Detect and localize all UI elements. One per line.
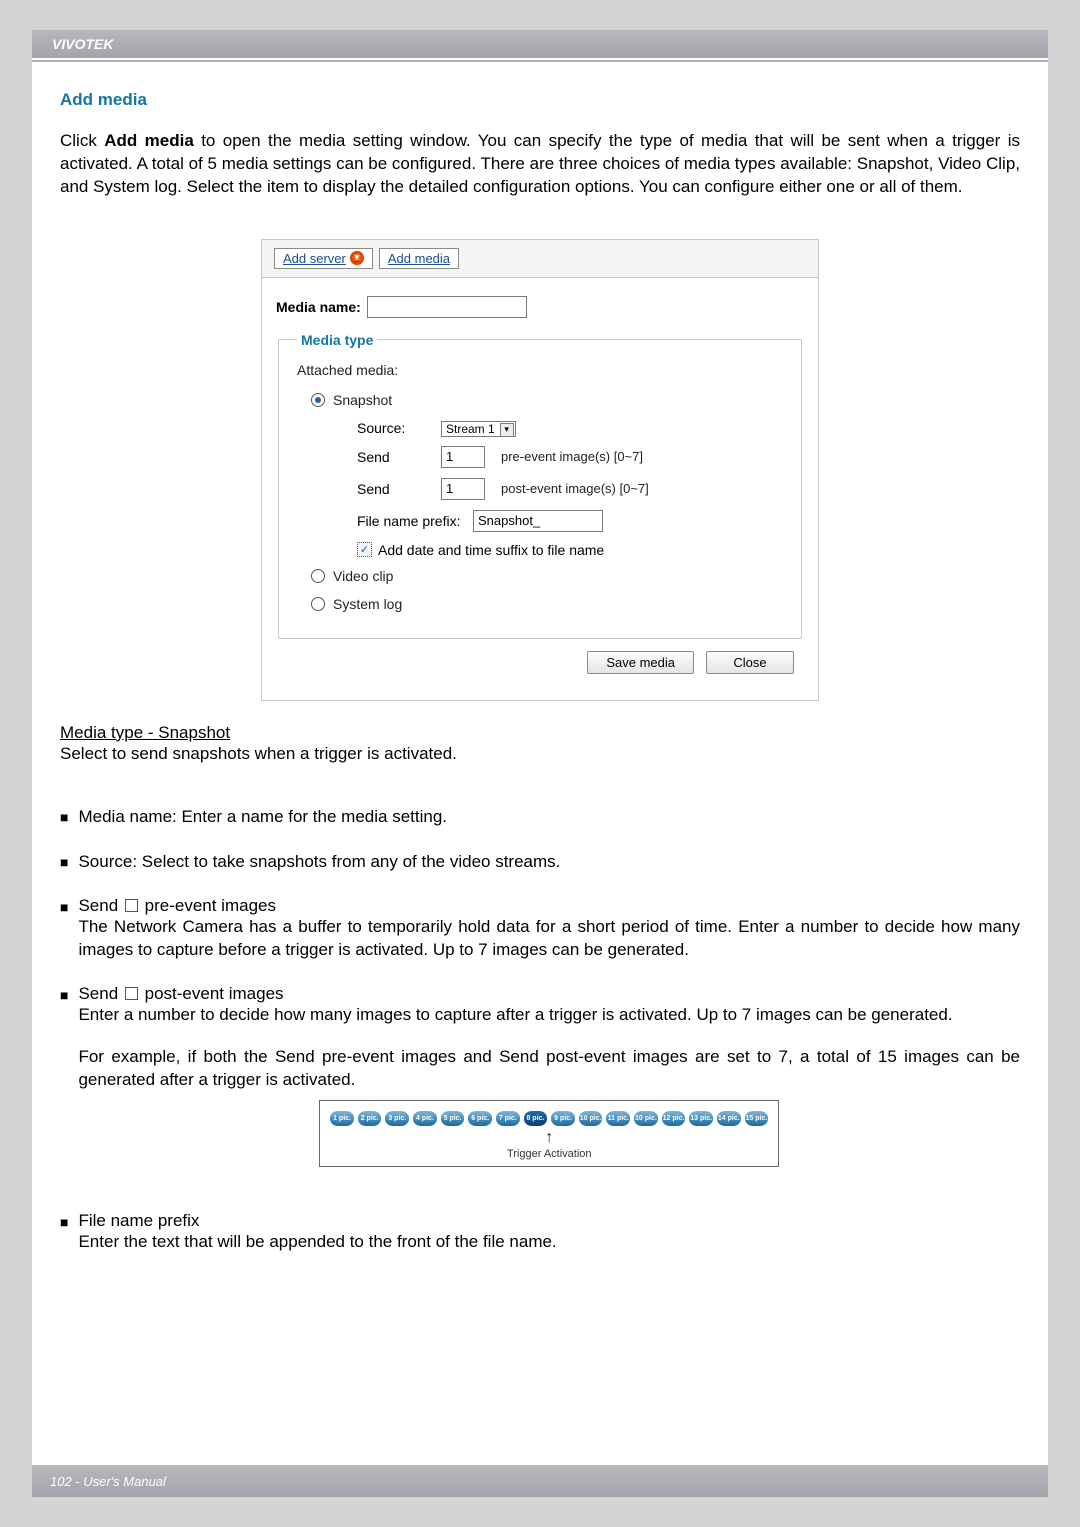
footer-text: 102 - User's Manual [50, 1474, 166, 1489]
bullet-marker: ■ [60, 987, 68, 1190]
add-server-label: Add server [283, 251, 346, 266]
footer-bar: 102 - User's Manual [32, 1465, 1048, 1497]
bullet-post-tail: post-event images [145, 984, 284, 1003]
timeline-caption: Trigger Activation [330, 1148, 768, 1160]
intro-suffix: to open the media setting window. You ca… [60, 131, 1020, 196]
bullet-marker: ■ [60, 899, 68, 962]
timeline-pic: 6 pic. [468, 1111, 492, 1126]
subtitle: Media type - Snapshot [60, 723, 1020, 743]
timeline-pic: 3 pic. [385, 1111, 409, 1126]
systemlog-label: System log [333, 596, 402, 612]
dropdown-arrow-icon: ▾ [500, 423, 514, 437]
bullet-post-body2: For example, if both the Send pre-event … [78, 1046, 1020, 1092]
add-media-tab[interactable]: Add media [379, 248, 459, 269]
timeline-pic: 10 pic. [579, 1111, 603, 1126]
timeline-pic: 13 pic. [689, 1111, 713, 1126]
bullet-post-lead: Send [78, 984, 122, 1003]
timeline-pic: 5 pic. [441, 1111, 465, 1126]
timeline-pic: 14 pic. [717, 1111, 741, 1126]
filename-prefix-label: File name prefix: [357, 513, 467, 529]
timeline-diagram: 1 pic. 2 pic.3 pic. 4 pic. 5 pic.6 pic. 7 pi… [319, 1100, 779, 1167]
blank-box-icon [125, 987, 138, 1000]
timeline-pic: 12 pic. [662, 1111, 686, 1126]
dialog-footer: Save media Close [276, 639, 804, 686]
radio-unselected-icon [311, 597, 325, 611]
media-dialog: Add server ▾ Add media Media name: Media… [261, 239, 819, 701]
bullet-pre-head: Send pre-event images [78, 896, 1020, 916]
intro-prefix: Click [60, 131, 104, 150]
bullet-post-head: Send post-event images [78, 984, 1020, 1004]
radio-unselected-icon [311, 569, 325, 583]
save-media-button[interactable]: Save media [587, 651, 694, 674]
send-pre-label: Send [357, 449, 435, 465]
intro-bold: Add media [104, 131, 194, 150]
close-button[interactable]: Close [706, 651, 794, 674]
pre-event-input[interactable] [441, 446, 485, 468]
videoclip-label: Video clip [333, 568, 393, 584]
post-event-suffix: post-event image(s) [0~7] [501, 481, 649, 496]
media-name-input[interactable] [367, 296, 527, 318]
pre-event-suffix: pre-event image(s) [0~7] [501, 449, 643, 464]
attached-media-label: Attached media: [297, 362, 789, 378]
bullet-source: Source: Select to take snapshots from an… [78, 851, 1020, 874]
timeline-pic: 8 pic. [524, 1111, 548, 1126]
arrow-up-icon: ↑ [330, 1130, 768, 1146]
timeline-pic: 9 pic. [551, 1111, 575, 1126]
subtitle-desc: Select to send snapshots when a trigger … [60, 743, 1020, 766]
add-server-tab[interactable]: Add server ▾ [274, 248, 373, 269]
brand-bar: VIVOTEK [32, 30, 1048, 60]
timeline-pic: 2 pic. [358, 1111, 382, 1126]
filename-prefix-input[interactable] [473, 510, 603, 532]
bullet-marker: ■ [60, 1214, 68, 1254]
snapshot-label: Snapshot [333, 392, 392, 408]
blank-box-icon [125, 899, 138, 912]
systemlog-radio-row[interactable]: System log [311, 596, 789, 612]
brand-text: VIVOTEK [52, 36, 113, 52]
bullet-pre-tail: pre-event images [145, 896, 276, 915]
add-date-label: Add date and time suffix to file name [378, 542, 604, 558]
timeline-pic: 10 pic. [634, 1111, 658, 1126]
timeline-pic: 7 pic. [496, 1111, 520, 1126]
media-type-legend: Media type [297, 332, 377, 348]
timeline-pic: 4 pic. [413, 1111, 437, 1126]
videoclip-radio-row[interactable]: Video clip [311, 568, 789, 584]
bullet-media-name: Media name: Enter a name for the media s… [78, 806, 1020, 829]
chevron-down-icon: ▾ [350, 251, 364, 265]
media-type-fieldset: Media type Attached media: Snapshot Sour… [278, 332, 802, 639]
snapshot-radio-row[interactable]: Snapshot [311, 392, 789, 408]
section-title: Add media [60, 90, 1020, 110]
radio-selected-icon [311, 393, 325, 407]
add-media-label: Add media [388, 251, 450, 266]
bullet-post-body1: Enter a number to decide how many images… [78, 1004, 1020, 1027]
add-date-checkbox[interactable]: ✓ [357, 542, 372, 557]
bullet-pre-body: The Network Camera has a buffer to tempo… [78, 916, 1020, 962]
post-event-input[interactable] [441, 478, 485, 500]
intro-paragraph: Click Add media to open the media settin… [60, 130, 1020, 199]
timeline-pic: 11 pic. [606, 1111, 630, 1126]
bullet-marker: ■ [60, 854, 68, 874]
bullet-prefix-body: Enter the text that will be appended to … [78, 1231, 1020, 1254]
bullet-pre-lead: Send [78, 896, 122, 915]
send-post-label: Send [357, 481, 435, 497]
bullet-prefix-head: File name prefix [78, 1211, 1020, 1231]
media-name-row: Media name: [276, 296, 804, 318]
timeline-pic: 15 pic. [745, 1111, 769, 1126]
media-name-label: Media name: [276, 299, 361, 315]
source-label: Source: [357, 420, 435, 436]
dialog-header: Add server ▾ Add media [262, 240, 818, 278]
timeline-pic: 1 pic. [330, 1111, 354, 1126]
bullet-marker: ■ [60, 809, 68, 829]
